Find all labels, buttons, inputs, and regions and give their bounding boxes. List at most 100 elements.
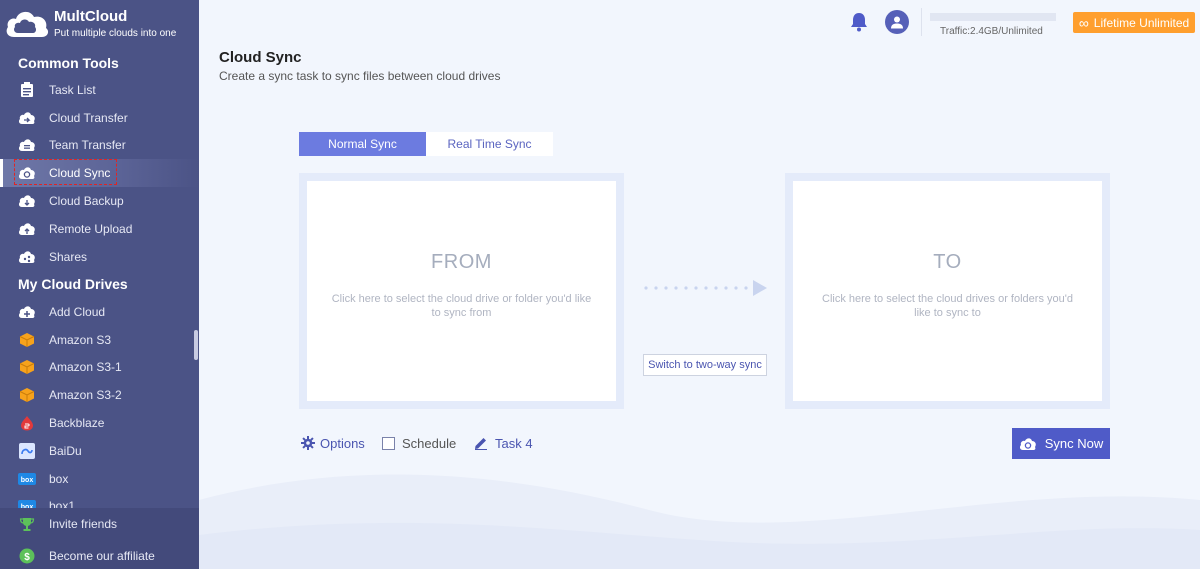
- sidebar-item-label: Cloud Transfer: [49, 110, 128, 125]
- sidebar-item-label: Amazon S3-1: [49, 360, 122, 375]
- sidebar-item-label: Amazon S3-2: [49, 388, 122, 403]
- to-dropzone[interactable]: TO Click here to select the cloud drives…: [793, 181, 1102, 401]
- gear-icon: [301, 436, 315, 450]
- to-title: TO: [933, 251, 962, 273]
- sidebar-item-remote-upload[interactable]: Remote Upload: [0, 215, 199, 243]
- traffic-progress-bar: [930, 13, 1056, 21]
- from-dropzone[interactable]: FROM Click here to select the cloud driv…: [307, 181, 616, 401]
- traffic-text: Traffic:2.4GB/Unlimited: [940, 26, 1043, 37]
- background-waves: [199, 474, 1200, 569]
- tab-normal-sync[interactable]: Normal Sync: [299, 132, 426, 156]
- dollar-icon: $: [18, 547, 36, 565]
- shares-icon: [18, 248, 36, 266]
- tab-real-time-sync[interactable]: Real Time Sync: [426, 132, 553, 156]
- sidebar-item-add-cloud[interactable]: Add Cloud: [0, 298, 199, 326]
- task-list-icon: [18, 81, 36, 99]
- sidebar-item-label: Cloud Backup: [49, 194, 124, 209]
- brand-name: MultCloud: [54, 8, 128, 25]
- schedule-checkbox[interactable]: Schedule: [382, 435, 456, 451]
- sidebar-item-label: Invite friends: [49, 517, 118, 531]
- sidebar-item-label: box1: [49, 499, 76, 508]
- top-header: Traffic:2.4GB/Unlimited ∞ Lifetime Unlim…: [199, 0, 1200, 44]
- from-description: Click here to select the cloud drive or …: [331, 293, 592, 319]
- sidebar-item-amazon-s3[interactable]: Amazon S3: [0, 326, 199, 354]
- box-icon: box: [18, 497, 36, 508]
- sidebar-item-label: Amazon S3: [49, 332, 112, 347]
- my-cloud-drives-title: My Cloud Drives: [18, 275, 128, 292]
- sidebar-item-team-transfer[interactable]: Team Transfer: [0, 132, 199, 160]
- sidebar-item-task-list[interactable]: Task List: [0, 76, 199, 104]
- brand[interactable]: MultCloud Put multiple clouds into one: [0, 0, 199, 48]
- sidebar-item-box[interactable]: box box: [0, 465, 199, 493]
- user-icon: [891, 16, 903, 29]
- to-description: Click here to select the cloud drives or…: [822, 293, 1073, 319]
- sidebar-item-box1[interactable]: box box1: [0, 493, 199, 508]
- from-panel[interactable]: FROM Click here to select the cloud driv…: [299, 173, 624, 409]
- brand-tagline: Put multiple clouds into one: [54, 28, 177, 39]
- amazon-s3-icon: [18, 331, 36, 349]
- baidu-icon: [18, 442, 36, 460]
- pencil-icon: [475, 438, 487, 450]
- sidebar-item-label: Backblaze: [49, 416, 105, 431]
- backblaze-icon: [18, 414, 36, 432]
- switch-two-way-sync-button[interactable]: Switch to two-way sync: [643, 354, 767, 376]
- to-panel[interactable]: TO Click here to select the cloud drives…: [785, 173, 1110, 409]
- amazon-s3-icon: [18, 358, 36, 376]
- amazon-s3-icon: [18, 386, 36, 404]
- sync-direction-arrow-icon: [644, 280, 767, 296]
- sidebar-item-label: Remote Upload: [49, 221, 133, 236]
- sidebar-bottom: Invite friends $ Become our affiliate: [0, 508, 199, 569]
- sidebar-item-label: BaiDu: [49, 443, 82, 458]
- box-icon: box: [18, 470, 36, 488]
- sidebar-item-baidu[interactable]: BaiDu: [0, 437, 199, 465]
- common-tools-list: Task List Cloud Transfer Team Transfer C…: [0, 76, 199, 271]
- page-title: Cloud Sync: [219, 49, 302, 66]
- multcloud-logo-icon: [6, 11, 49, 37]
- sidebar-item-cloud-sync[interactable]: Cloud Sync: [0, 159, 199, 188]
- task-name: Task 4: [495, 435, 533, 451]
- cloud-transfer-icon: [18, 109, 36, 127]
- sidebar-item-label: Become our affiliate: [49, 549, 155, 563]
- svg-text:$: $: [24, 552, 30, 563]
- sidebar-item-label: box: [49, 471, 69, 486]
- sync-now-label: Sync Now: [1044, 436, 1104, 451]
- from-title: FROM: [431, 251, 492, 273]
- sidebar-item-label: Add Cloud: [49, 304, 106, 319]
- sidebar-item-cloud-transfer[interactable]: Cloud Transfer: [0, 104, 199, 132]
- lifetime-unlimited-button[interactable]: ∞ Lifetime Unlimited: [1073, 12, 1195, 33]
- options-button[interactable]: Options: [301, 435, 365, 451]
- cloud-sync-icon: [1019, 437, 1036, 450]
- sidebar-item-label: Task List: [49, 82, 96, 97]
- sidebar-item-become-affiliate[interactable]: $ Become our affiliate: [0, 540, 199, 569]
- sidebar-item-invite-friends[interactable]: Invite friends: [0, 508, 199, 540]
- sidebar-item-amazon-s3-2[interactable]: Amazon S3-2: [0, 381, 199, 409]
- selection-highlight: [14, 159, 117, 186]
- team-transfer-icon: [18, 136, 36, 154]
- trophy-icon: [18, 515, 36, 533]
- page-subtitle: Create a sync task to sync files between…: [219, 69, 501, 83]
- infinity-icon: ∞: [1078, 14, 1089, 31]
- avatar[interactable]: [885, 10, 909, 34]
- sidebar-item-cloud-backup[interactable]: Cloud Backup: [0, 187, 199, 215]
- task-name-edit[interactable]: Task 4: [474, 435, 533, 451]
- cloud-drives-list: Add Cloud Amazon S3 Amazon S3-1 Amazon S…: [0, 298, 199, 508]
- cloud-backup-icon: [18, 192, 36, 210]
- schedule-label: Schedule: [402, 435, 457, 451]
- sidebar: MultCloud Put multiple clouds into one C…: [0, 0, 199, 569]
- sync-now-button[interactable]: Sync Now: [1012, 428, 1110, 459]
- bell-icon[interactable]: [850, 12, 868, 37]
- lifetime-label: Lifetime Unlimited: [1093, 15, 1190, 30]
- remote-upload-icon: [18, 220, 36, 238]
- header-divider: [921, 8, 922, 36]
- sidebar-scrollbar[interactable]: [194, 330, 198, 360]
- sidebar-item-backblaze[interactable]: Backblaze: [0, 409, 199, 437]
- sidebar-item-label: Team Transfer: [49, 138, 126, 153]
- options-label: Options: [320, 435, 365, 451]
- checkbox-box[interactable]: [382, 436, 395, 450]
- common-tools-title: Common Tools: [18, 55, 119, 71]
- add-cloud-icon: [18, 303, 36, 321]
- sidebar-item-shares[interactable]: Shares: [0, 243, 199, 271]
- sidebar-item-amazon-s3-1[interactable]: Amazon S3-1: [0, 354, 199, 382]
- sidebar-item-label: Shares: [49, 249, 88, 264]
- svg-text:box: box: [21, 477, 34, 484]
